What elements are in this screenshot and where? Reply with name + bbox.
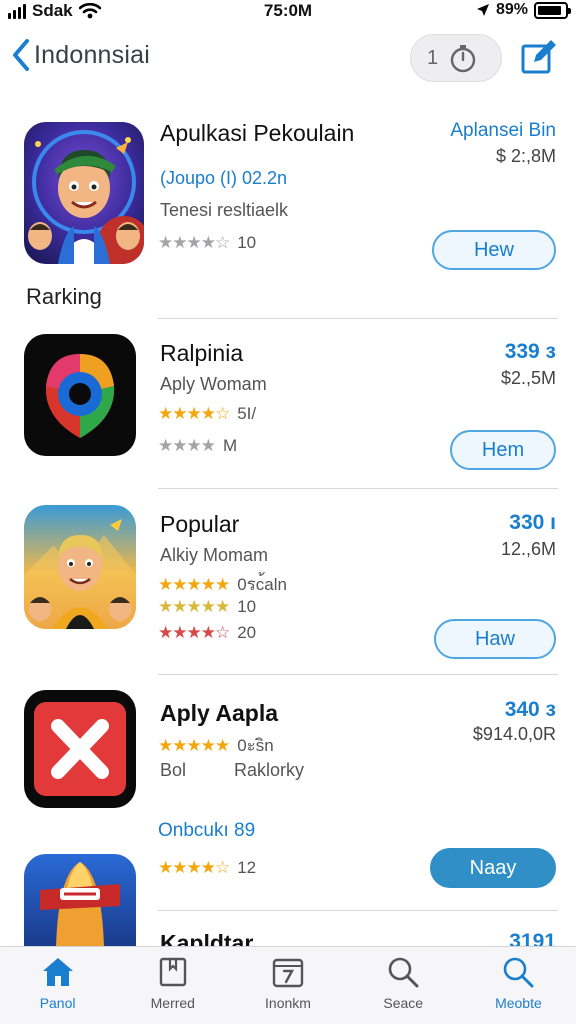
get-button[interactable]: Hew bbox=[432, 230, 556, 270]
star-rating-icon: ★★★★★ bbox=[158, 574, 230, 594]
nav-bar: Indonnsiai 1 bbox=[0, 30, 576, 86]
app-icon-red-x bbox=[24, 690, 136, 808]
app-title: Popular bbox=[160, 511, 240, 537]
app-link[interactable]: Onbcukı 89 bbox=[158, 820, 255, 842]
rating-count: 10 bbox=[237, 233, 257, 252]
location-arrow-icon bbox=[476, 4, 489, 16]
rating-count: 0ะsิn bbox=[237, 736, 274, 755]
app-title: Ralpinia bbox=[160, 340, 244, 366]
battery-percent: 89% bbox=[495, 1, 528, 18]
pill-number: 1 bbox=[427, 46, 439, 69]
app-row-6[interactable]: Kapldtar 3191 bbox=[0, 926, 576, 948]
app-rating: ★★★★★ 0รc้aln bbox=[158, 571, 287, 598]
price-secondary: $2.,5M bbox=[500, 368, 556, 388]
tab-label: Inonkm bbox=[265, 995, 311, 1011]
app-price: 330 ı 12.,6M bbox=[501, 511, 556, 560]
star-rating-icon: ★★★★☆ bbox=[158, 858, 230, 877]
tab-label: Merred bbox=[150, 995, 195, 1011]
tab-bar: Panol Merred Inonkm Seace Meobte bbox=[0, 946, 576, 1024]
get-button[interactable]: Haw bbox=[434, 619, 556, 659]
price-primary: 339 з bbox=[504, 340, 556, 363]
divider bbox=[158, 488, 558, 489]
get-button[interactable]: Naay bbox=[430, 848, 556, 888]
stopwatch-icon bbox=[450, 45, 476, 73]
app-rating: ★★★★☆ 12 bbox=[158, 858, 256, 878]
price-primary: 340 з bbox=[504, 698, 556, 721]
app-rating-secondary: ★★★★★ 10 bbox=[158, 597, 256, 617]
tab-label: Panol bbox=[39, 995, 76, 1011]
rating-count: 20 bbox=[237, 623, 257, 642]
app-price: 339 з $2.,5M bbox=[501, 340, 556, 389]
app-subtitle: Tenesi resltiaelk bbox=[160, 200, 289, 220]
star-rating-icon: ★★★★★ bbox=[158, 597, 230, 616]
app-rating: ★★★★☆ 5I/ bbox=[158, 404, 256, 424]
app-icon-color-pin bbox=[24, 334, 136, 456]
divider bbox=[158, 318, 558, 319]
star-rating-icon: ★★★★ bbox=[158, 436, 216, 455]
back-label: Indonnsiai bbox=[34, 40, 150, 69]
app-row-4[interactable]: Aply Aapla ★★★★★ 0ะsิn Bol Raklorky 340 … bbox=[0, 690, 576, 830]
tab-label: Seace bbox=[383, 995, 424, 1011]
divider bbox=[158, 910, 558, 911]
divider bbox=[158, 674, 558, 675]
price-secondary: $914.0,0R bbox=[472, 724, 556, 744]
chevron-left-icon bbox=[13, 39, 29, 71]
timer-pill[interactable]: 1 bbox=[410, 34, 502, 82]
price-secondary: $ 2:,8M bbox=[495, 146, 556, 166]
price-secondary: 12.,6M bbox=[500, 539, 556, 559]
app-rating-tertiary: ★★★★☆ 20 bbox=[158, 623, 256, 643]
star-rating-icon: ★★★★☆ bbox=[158, 623, 230, 642]
price-primary: 330 ı bbox=[509, 511, 556, 534]
status-bar: Sdak 75:0M 89% bbox=[0, 0, 576, 24]
tab-inonkm[interactable]: Inonkm bbox=[230, 947, 345, 1024]
home-icon bbox=[42, 958, 73, 986]
rating-count: 5I/ bbox=[237, 404, 257, 423]
app-subtitle: Alkiy Momam bbox=[160, 545, 269, 565]
star-rating-icon: ★★★★☆ bbox=[158, 404, 230, 423]
back-button[interactable]: Indonnsiai bbox=[10, 38, 150, 72]
tab-seace[interactable]: Seace bbox=[346, 947, 461, 1024]
search-icon bbox=[504, 957, 534, 988]
app-price: 340 з $914.0,0R bbox=[473, 698, 556, 745]
rating-count: 0รc้aln bbox=[237, 575, 287, 594]
get-button[interactable]: Hem bbox=[450, 430, 556, 470]
tab-label: Meobte bbox=[495, 995, 542, 1011]
rating-count: 10 bbox=[237, 597, 257, 616]
status-right: 89% bbox=[476, 1, 571, 19]
star-rating-icon: ★★★★☆ bbox=[158, 233, 230, 252]
app-icon-cartoon-hero bbox=[24, 122, 144, 264]
tab-merred[interactable]: Merred bbox=[115, 947, 230, 1024]
search-icon bbox=[388, 957, 419, 988]
compose-button[interactable] bbox=[520, 38, 558, 81]
app-price: Aplansei Bin $ 2:,8M bbox=[450, 120, 556, 167]
app-row-3[interactable]: Popular Alkiy Momam ★★★★★ 0รc้aln ★★★★★ … bbox=[0, 505, 576, 665]
app-icon-popular-character bbox=[24, 505, 136, 629]
app-rating: ★★★★☆ 10 bbox=[158, 233, 256, 253]
app-meta-right: Raklorky bbox=[234, 760, 305, 780]
compose-icon bbox=[521, 40, 556, 74]
battery-icon bbox=[534, 1, 571, 19]
section-heading: Rarking bbox=[26, 284, 102, 309]
app-row-1[interactable]: Apulkasi Pekoulain (Joupo (I) 02.2n Tene… bbox=[0, 120, 576, 280]
app-rating-secondary: ★★★★ M bbox=[158, 436, 237, 456]
app-rating: ★★★★★ 0ะsิn bbox=[158, 732, 274, 759]
tab-panol[interactable]: Panol bbox=[0, 947, 115, 1024]
bookmark-icon bbox=[159, 957, 186, 987]
price-primary: Aplansei Bin bbox=[450, 120, 556, 141]
app-subtitle-link[interactable]: (Joupo (I) 02.2n bbox=[160, 168, 287, 189]
app-row-2[interactable]: Ralpinia Aply Womam ★★★★☆ 5I/ ★★★★ M 339… bbox=[0, 334, 576, 484]
app-title: Apulkasi Pekoulain bbox=[160, 120, 355, 146]
rating-count: 12 bbox=[237, 858, 257, 877]
tab-meobte[interactable]: Meobte bbox=[461, 947, 576, 1024]
app-meta-left: Bol bbox=[160, 760, 187, 780]
app-title: Aply Aapla bbox=[160, 700, 279, 726]
calendar-icon bbox=[272, 958, 304, 988]
star-rating-icon: ★★★★★ bbox=[158, 735, 230, 755]
rating-count: M bbox=[222, 436, 238, 455]
app-subtitle: Aply Womam bbox=[160, 374, 267, 394]
